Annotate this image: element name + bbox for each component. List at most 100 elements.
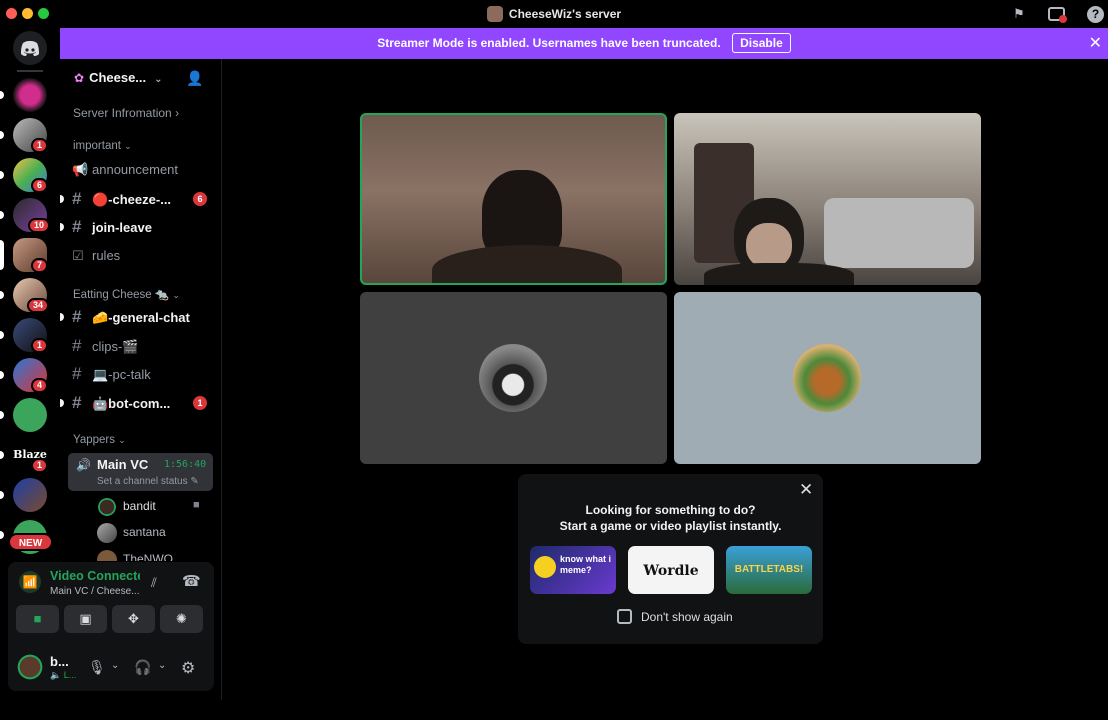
video-tile[interactable] bbox=[674, 113, 981, 285]
activities-button[interactable]: ✥ bbox=[112, 605, 155, 633]
settings-gear-icon[interactable]: ⚙ bbox=[181, 658, 195, 678]
soundboard-icon: ✺ bbox=[176, 611, 187, 626]
video-camera-icon: ■ bbox=[33, 611, 42, 626]
server-badge: 1 bbox=[31, 138, 49, 153]
close-banner-icon[interactable]: ✕ bbox=[1089, 28, 1102, 59]
channel-rules[interactable]: ☑ rules bbox=[72, 244, 217, 268]
popup-subtitle: Start a game or video playlist instantly… bbox=[559, 519, 782, 533]
voice-location-link[interactable]: Main VC / Cheese... bbox=[50, 586, 140, 597]
server-badge: 6 bbox=[31, 178, 49, 193]
hash-icon: # bbox=[72, 307, 82, 326]
activity-card-wordle[interactable]: Wordle bbox=[628, 546, 714, 594]
server-badge: 7 bbox=[31, 258, 49, 273]
server-icon-11[interactable] bbox=[13, 478, 47, 512]
server-badge: 1 bbox=[31, 458, 49, 473]
disable-streamer-mode-button[interactable]: Disable bbox=[732, 33, 791, 53]
participant-shoulders bbox=[432, 245, 622, 283]
channel-clips[interactable]: # clips-🎬 bbox=[72, 334, 217, 358]
window-title: CheeseWiz's server bbox=[0, 6, 1108, 22]
channel-general-chat[interactable]: # 🧀-general-chat bbox=[72, 305, 217, 329]
participant-avatar bbox=[793, 344, 861, 412]
hash-icon: # bbox=[72, 336, 82, 355]
channel-status-prompt[interactable]: Set a channel status ✎ bbox=[97, 476, 199, 487]
category-eating-cheese[interactable]: Eatting Cheese 🐀 ⌄ bbox=[73, 287, 180, 301]
participant-shoulders bbox=[704, 263, 854, 285]
channel-announcement[interactable]: 📢 announcement bbox=[72, 158, 217, 182]
voice-status-text: Video Connected bbox=[50, 569, 140, 583]
speaker-icon: 🔊 bbox=[76, 458, 91, 472]
hash-icon: # bbox=[72, 393, 82, 412]
dont-show-again-label[interactable]: Don't show again bbox=[641, 610, 733, 624]
screen-share-button[interactable]: ▣ bbox=[64, 605, 107, 633]
video-tile-speaking[interactable] bbox=[360, 113, 667, 285]
channel-cheeze[interactable]: # 🔴-cheeze-... 6 bbox=[72, 187, 217, 211]
voice-channel-name: Main VC bbox=[97, 457, 149, 472]
server-icon-1[interactable] bbox=[13, 78, 47, 112]
activity-card-title: BATTLETABS! bbox=[734, 564, 804, 575]
mention-badge: 1 bbox=[193, 396, 207, 410]
inbox-icon[interactable] bbox=[1048, 7, 1067, 23]
disconnect-icon[interactable]: ☎ bbox=[182, 572, 201, 590]
server-icon-9[interactable] bbox=[13, 398, 47, 432]
bed-blanket bbox=[824, 198, 974, 268]
camera-toggle-button[interactable]: ■ bbox=[16, 605, 59, 633]
invite-people-icon[interactable]: 👤 bbox=[186, 70, 204, 88]
category-yappers[interactable]: Yappers ⌄ bbox=[73, 434, 126, 446]
server-badge: 4 bbox=[31, 378, 49, 393]
channel-pc-talk[interactable]: # 💻-pc-talk bbox=[72, 362, 217, 386]
flag-icon[interactable]: ⚑ bbox=[1010, 6, 1028, 22]
participant-face bbox=[746, 223, 792, 268]
username: b... bbox=[50, 654, 69, 669]
server-flower-icon: ✿ bbox=[74, 71, 85, 85]
discord-home-button[interactable] bbox=[13, 31, 47, 65]
close-popup-icon[interactable]: ✕ bbox=[799, 480, 813, 500]
voice-member[interactable]: santana bbox=[97, 521, 217, 543]
activity-card-title: Wordle bbox=[643, 563, 699, 579]
hash-icon: # bbox=[72, 217, 82, 236]
participant-avatar bbox=[479, 344, 547, 412]
server-name: Cheese... bbox=[89, 70, 147, 85]
activity-card-battletabs[interactable]: BATTLETABS! bbox=[726, 546, 812, 594]
video-tile-avatar[interactable] bbox=[674, 292, 981, 464]
activities-icon: ✥ bbox=[128, 611, 139, 626]
category-important[interactable]: important ⌄ bbox=[73, 140, 132, 152]
banner-message: Streamer Mode is enabled. Usernames have… bbox=[377, 36, 721, 50]
headphones-icon[interactable]: 🎧 bbox=[134, 659, 151, 676]
microphone-icon[interactable]: 🎙 bbox=[88, 659, 106, 676]
avatar bbox=[97, 522, 117, 543]
user-avatar[interactable] bbox=[17, 654, 43, 680]
connection-signal-icon[interactable]: 📶 bbox=[19, 571, 41, 593]
server-badge: 34 bbox=[27, 298, 50, 313]
channel-bot-commands[interactable]: # 🤖bot-com... 1 bbox=[72, 391, 217, 415]
chevron-down-icon[interactable]: ⌄ bbox=[111, 660, 119, 671]
hash-icon: # bbox=[72, 364, 82, 383]
speaker-small-icon: 🔈 bbox=[50, 670, 62, 680]
popup-title: Looking for something to do? bbox=[585, 503, 756, 517]
soundboard-button[interactable]: ✺ bbox=[160, 605, 203, 633]
hash-icon: # bbox=[72, 189, 82, 208]
video-tile-avatar[interactable] bbox=[360, 292, 667, 464]
server-icon bbox=[486, 6, 503, 22]
server-information-link[interactable]: Server Infromation › bbox=[73, 106, 179, 120]
rules-checkbox-icon: ☑ bbox=[72, 248, 84, 263]
server-badge: 10 bbox=[28, 218, 51, 233]
chevron-down-icon[interactable]: ⌄ bbox=[158, 660, 166, 671]
chevron-down-icon: ⌄ bbox=[154, 74, 163, 85]
noise-suppression-icon[interactable]: ⫽ bbox=[151, 575, 157, 591]
screen-share-icon: ▣ bbox=[79, 611, 92, 626]
meme-icon bbox=[534, 556, 556, 578]
server-badge: 1 bbox=[31, 338, 49, 353]
mention-badge: 6 bbox=[193, 192, 207, 206]
selected-indicator bbox=[0, 240, 4, 270]
megaphone-icon: 📢 bbox=[72, 162, 89, 177]
new-servers-pill[interactable]: NEW bbox=[8, 533, 53, 551]
activity-card-know-what-i-meme[interactable]: know what i meme? bbox=[530, 546, 616, 594]
channel-join-leave[interactable]: # join-leave bbox=[72, 215, 217, 239]
help-icon[interactable]: ? bbox=[1087, 6, 1104, 23]
voice-channel-timer: 1:56:40 bbox=[164, 459, 207, 470]
activity-card-title: know what i meme? bbox=[560, 554, 612, 575]
voice-member-clipped[interactable]: TheNWO... bbox=[97, 548, 217, 561]
dont-show-again-checkbox[interactable] bbox=[617, 609, 632, 624]
discord-logo-icon bbox=[21, 41, 39, 56]
sidebar-divider bbox=[221, 59, 222, 700]
